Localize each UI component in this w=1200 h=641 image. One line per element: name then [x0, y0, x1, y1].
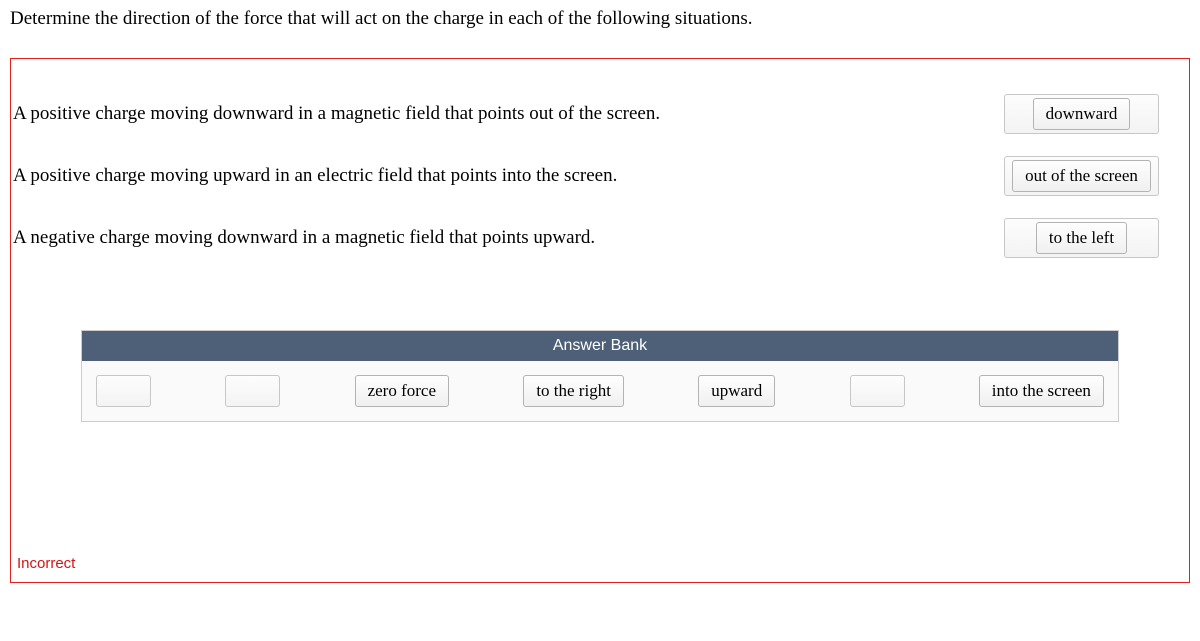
answer-tile-into-the-screen[interactable]: into the screen — [979, 375, 1104, 407]
answer-bank: Answer Bank zero force to the right upwa… — [81, 330, 1119, 422]
answer-bank-title: Answer Bank — [82, 331, 1118, 361]
question-text: Determine the direction of the force tha… — [10, 8, 1190, 30]
bank-empty-slot[interactable] — [96, 375, 151, 407]
rows-container: A positive charge moving downward in a m… — [11, 59, 1189, 310]
status-text: Incorrect — [17, 555, 75, 572]
statement-text: A negative charge moving downward in a m… — [11, 227, 964, 249]
drop-zone[interactable]: to the left — [1004, 218, 1159, 258]
answer-tile-zero-force[interactable]: zero force — [355, 375, 449, 407]
statement-row: A positive charge moving downward in a m… — [11, 94, 1189, 134]
drop-zone[interactable]: out of the screen — [1004, 156, 1159, 196]
question-panel: A positive charge moving downward in a m… — [10, 58, 1190, 583]
statement-text: A positive charge moving downward in a m… — [11, 103, 964, 125]
answer-tile[interactable]: out of the screen — [1012, 160, 1151, 192]
answer-tile-to-the-right[interactable]: to the right — [523, 375, 624, 407]
answer-tile[interactable]: downward — [1033, 98, 1131, 130]
drop-zone[interactable]: downward — [1004, 94, 1159, 134]
statement-row: A positive charge moving upward in an el… — [11, 156, 1189, 196]
bank-empty-slot[interactable] — [850, 375, 905, 407]
answer-tile[interactable]: to the left — [1036, 222, 1127, 254]
statement-row: A negative charge moving downward in a m… — [11, 218, 1189, 258]
answer-tile-upward[interactable]: upward — [698, 375, 775, 407]
status-row: Incorrect — [11, 422, 1189, 582]
answer-bank-body[interactable]: zero force to the right upward into the … — [82, 361, 1118, 421]
statement-text: A positive charge moving upward in an el… — [11, 165, 964, 187]
bank-empty-slot[interactable] — [225, 375, 280, 407]
